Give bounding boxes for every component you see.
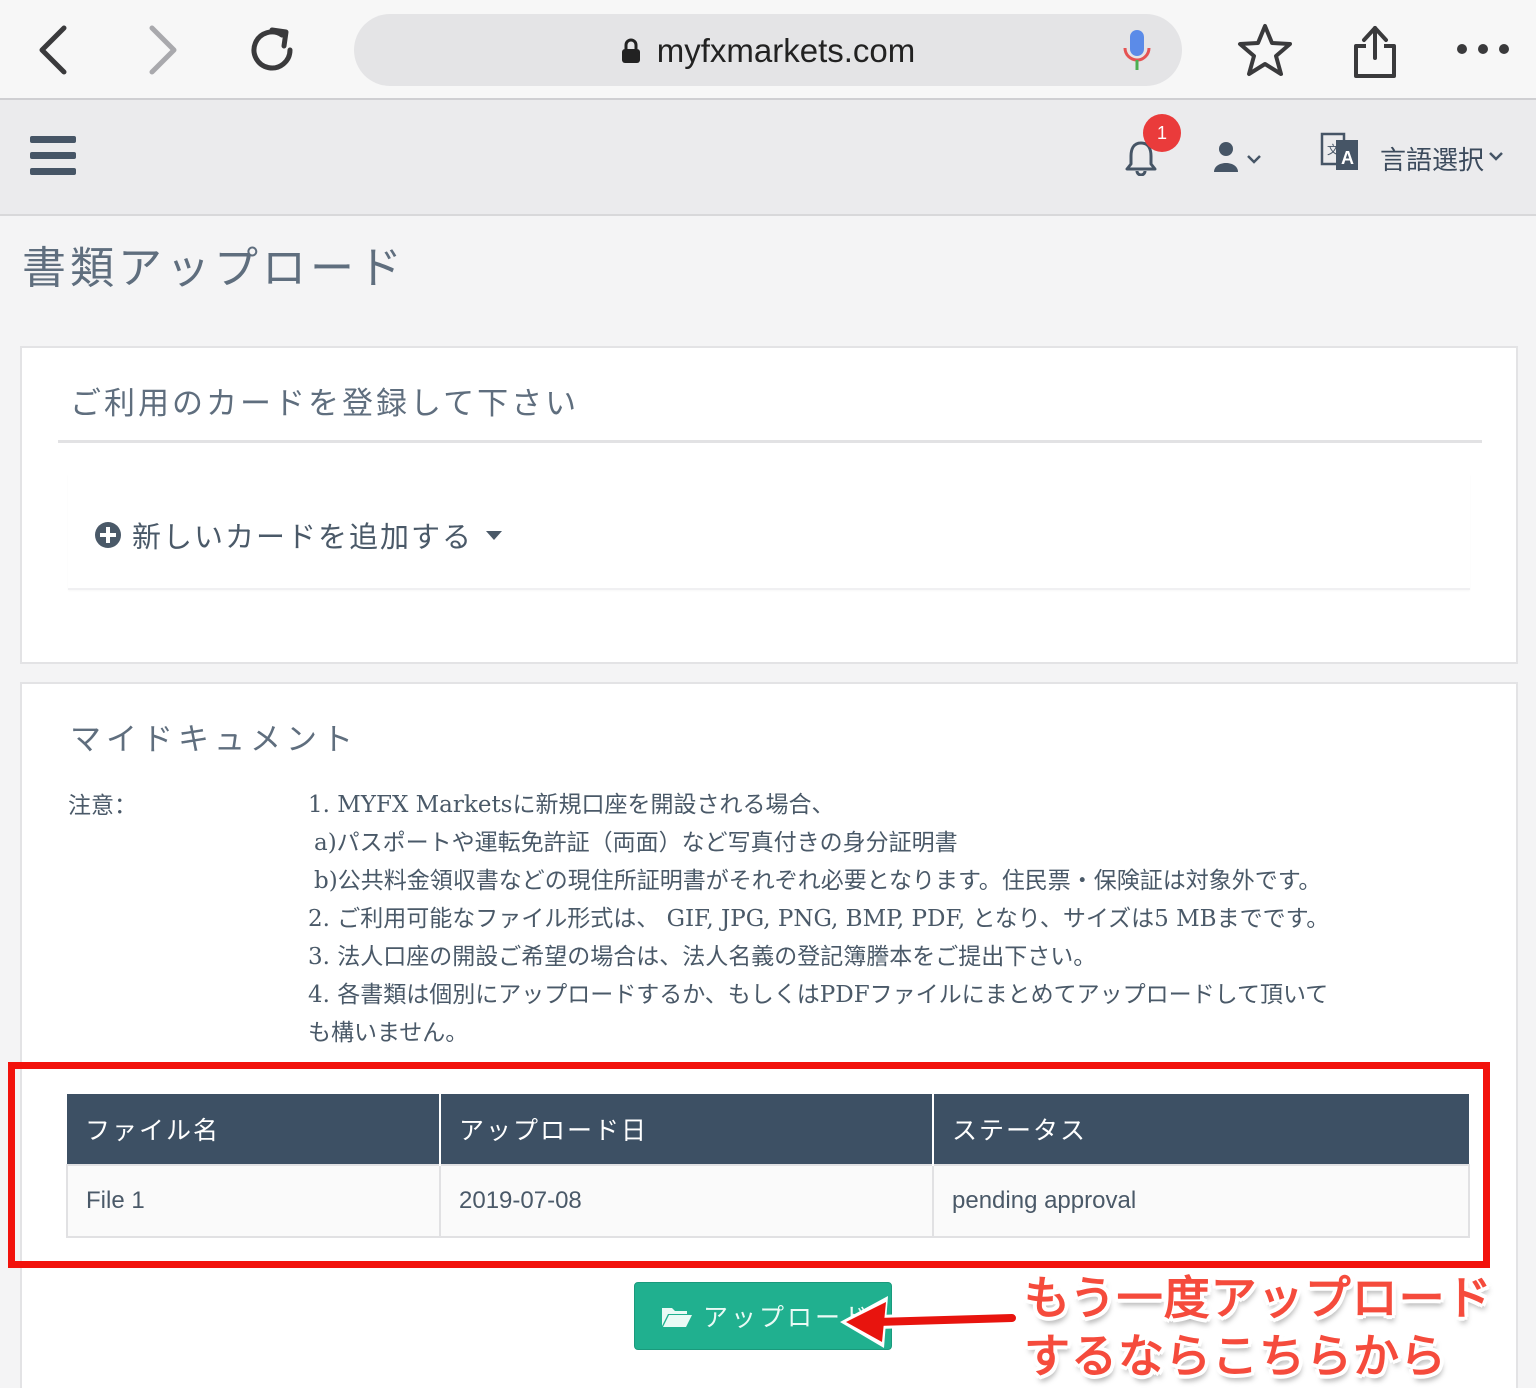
microphone-icon[interactable] bbox=[1122, 28, 1152, 74]
notice-line: 2. ご利用可能なファイル形式は、 GIF, JPG, PNG, BMP, PD… bbox=[308, 906, 1330, 932]
notice-line: 4. 各書類は個別にアップロードするか、もしくはPDFファイルにまとめてアップロ… bbox=[308, 982, 1329, 1008]
folder-open-icon bbox=[662, 1308, 692, 1327]
menu-toggle-button[interactable] bbox=[30, 136, 76, 176]
reload-button[interactable] bbox=[244, 22, 300, 78]
card-registration-panel: ご利用のカードを登録して下さい 新しいカードを追加する bbox=[20, 346, 1518, 664]
caret-down-icon bbox=[486, 531, 503, 540]
notice-line: b)公共料金領収書などの現住所証明書がそれぞれ必要となります。住民票・保険証は対… bbox=[314, 868, 1322, 894]
chevron-left-icon bbox=[39, 25, 67, 75]
language-select-label[interactable]: 言語選択 bbox=[1380, 140, 1484, 177]
page-title: 書類アップロード bbox=[22, 243, 406, 294]
lock-icon bbox=[621, 38, 640, 63]
notice-line: 3. 法人口座の開設ご希望の場合は、法人名義の登記簿謄本をご提出下さい。 bbox=[308, 944, 1097, 970]
add-card-dropdown[interactable]: 新しいカードを追加する bbox=[94, 514, 503, 556]
chevron-down-icon bbox=[1489, 152, 1503, 161]
user-icon bbox=[1214, 142, 1261, 172]
url-display: myfxmarkets.com bbox=[354, 32, 1182, 70]
notice-line: a)パスポートや運転免許証（両面）など写真付きの身分証明書 bbox=[314, 830, 958, 856]
address-bar[interactable]: myfxmarkets.com bbox=[354, 14, 1182, 86]
notice-list: 1. MYFX Marketsに新規口座を開設される場合、 a)パスポートや運転… bbox=[308, 786, 1448, 1052]
notification-badge: 1 bbox=[1143, 114, 1181, 152]
plus-circle-icon bbox=[95, 522, 121, 548]
app-header: 文 A 言語選択 bbox=[0, 100, 1536, 216]
docs-panel-title: マイドキュメント bbox=[70, 722, 358, 758]
divider bbox=[58, 440, 1482, 443]
annotation-arrow-icon bbox=[840, 1296, 1018, 1348]
add-card-section: 新しいカードを追加する bbox=[68, 474, 1470, 590]
notice-line: も構いません。 bbox=[308, 1020, 469, 1046]
annotation-callout-line2: するならこちらから bbox=[1024, 1329, 1447, 1383]
annotation-highlight-frame bbox=[8, 1062, 1490, 1268]
notice-line: 1. MYFX Marketsに新規口座を開設される場合、 bbox=[308, 792, 835, 818]
notice-label: 注意： bbox=[68, 793, 137, 819]
more-options-icon[interactable] bbox=[1454, 20, 1512, 78]
add-card-label: 新しいカードを追加する bbox=[132, 520, 474, 554]
url-text: myfxmarkets.com bbox=[656, 32, 916, 69]
card-panel-title: ご利用のカードを登録して下さい bbox=[70, 386, 580, 422]
hamburger-line bbox=[30, 152, 76, 159]
back-button[interactable] bbox=[26, 22, 82, 78]
reload-icon bbox=[251, 27, 293, 71]
chevron-right-icon bbox=[149, 25, 177, 75]
bookmark-star-icon[interactable] bbox=[1236, 22, 1294, 80]
share-icon[interactable] bbox=[1346, 22, 1404, 80]
annotation-callout-line1: もう一度アップロード bbox=[1024, 1271, 1493, 1325]
translate-icon[interactable]: 文 A bbox=[1320, 130, 1360, 174]
browser-toolbar: myfxmarkets.com bbox=[0, 0, 1536, 100]
svg-text:A: A bbox=[1341, 148, 1354, 168]
forward-button[interactable] bbox=[134, 22, 190, 78]
hamburger-line bbox=[30, 168, 76, 175]
hamburger-line bbox=[30, 136, 76, 143]
svg-text:文: 文 bbox=[1327, 142, 1339, 157]
user-menu-button[interactable] bbox=[1212, 140, 1268, 174]
